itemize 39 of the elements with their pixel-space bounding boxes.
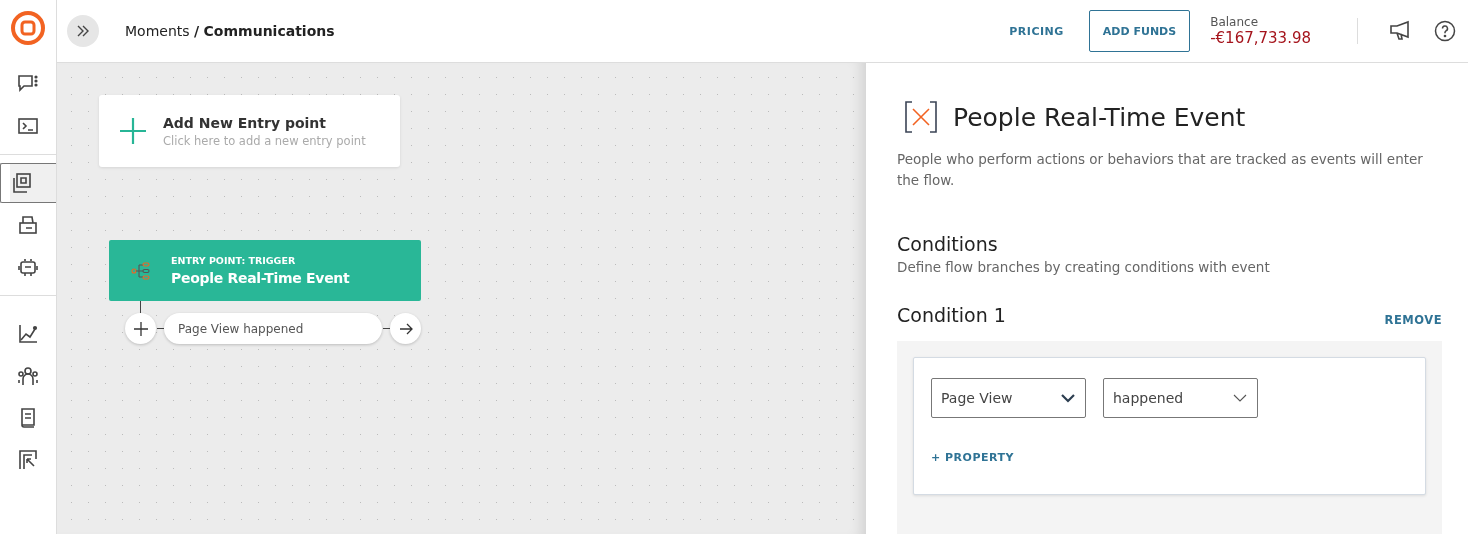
add-property-link[interactable]: + PROPERTY [931, 451, 1014, 464]
breadcrumb-current: Communications [203, 23, 335, 39]
panel-title: People Real-Time Event [953, 102, 1246, 132]
breadcrumb-link[interactable]: Moments [125, 23, 190, 39]
conditions-heading: Conditions [897, 233, 999, 255]
next-step-button[interactable] [390, 313, 421, 344]
operator-dropdown[interactable]: happened [1103, 378, 1258, 418]
people-icon [16, 364, 40, 388]
remove-link[interactable]: REMOVE [1384, 313, 1442, 327]
trigger-title: People Real-Time Event [171, 270, 350, 286]
pricing-link[interactable]: PRICING [1009, 24, 1064, 38]
breadcrumb-separator: / [194, 23, 200, 39]
double-chevron-icon [75, 23, 91, 39]
add-branch-button[interactable] [125, 313, 156, 344]
condition-title: Condition 1 [897, 304, 1006, 326]
add-entry-title: Add New Entry point [163, 114, 327, 131]
balance-label: Balance [1210, 15, 1259, 29]
add-entry-card[interactable]: Add New Entry point Click here to add a new entry point [99, 95, 400, 167]
branch-pill[interactable]: Page View happened [164, 313, 382, 344]
panel-description: People who perform actions or behaviors that are tracked as events will enter the flow. [897, 150, 1424, 190]
trigger-kicker: ENTRY POINT: TRIGGER [171, 255, 297, 266]
help-icon[interactable] [1434, 20, 1456, 42]
add-entry-subtitle: Click here to add a new entry point [163, 133, 366, 148]
plus-icon [132, 320, 149, 337]
export-icon [16, 448, 40, 472]
event-icon [903, 99, 939, 135]
logo-icon[interactable] [11, 11, 45, 45]
conditions-hint: Define flow branches by creating conditions with event [897, 259, 1271, 275]
plus-icon [119, 117, 147, 145]
expand-button[interactable] [67, 15, 99, 47]
chart-icon [16, 322, 40, 346]
chevron-down-icon [1233, 393, 1247, 403]
chevron-down-icon [1061, 393, 1075, 403]
flows-icon [10, 171, 34, 195]
event-dropdown[interactable]: Page View [931, 378, 1086, 418]
add-funds-button[interactable]: ADD FUNDS [1088, 10, 1191, 52]
branch-icon [131, 261, 153, 280]
inbox-icon [16, 213, 40, 237]
balance-amount: -€167,733.98 [1210, 29, 1311, 47]
